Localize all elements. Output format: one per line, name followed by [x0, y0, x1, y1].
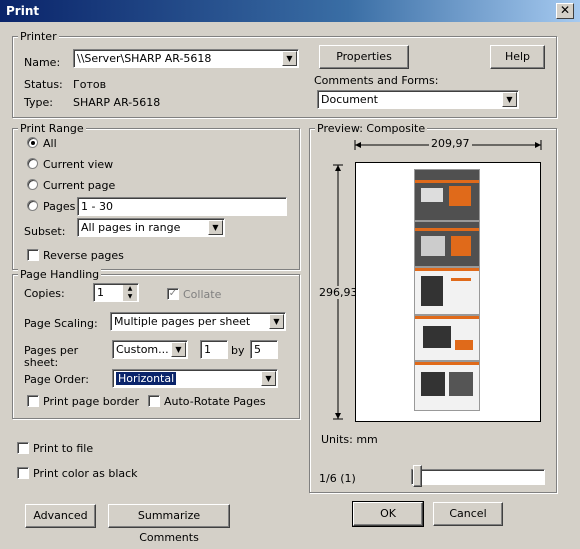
chevron-down-icon[interactable]: ▼ [208, 220, 223, 235]
radio-current-page-label: Current page [43, 179, 116, 192]
chevron-down-icon[interactable]: ▼ [261, 371, 276, 386]
print-to-file-checkbox[interactable] [17, 442, 29, 454]
status-value: Готов [73, 78, 107, 91]
page-scaling-select[interactable]: Multiple pages per sheet ▼ [110, 312, 286, 331]
page-order-select[interactable]: Horizontal ▼ [112, 369, 278, 388]
reverse-pages-label: Reverse pages [43, 249, 124, 262]
radio-current-view-label: Current view [43, 158, 114, 171]
comments-value: Document [321, 93, 378, 106]
properties-button[interactable]: Properties [319, 45, 409, 69]
by-label: by [231, 344, 245, 357]
copies-input[interactable]: 1 ▲ ▼ [93, 283, 139, 302]
page-handling-legend: Page Handling [18, 268, 102, 281]
pages-per-sheet-value: Custom... [116, 343, 169, 356]
pages-per-sheet-label-2: sheet: [24, 356, 59, 369]
status-label: Status: [24, 78, 63, 91]
preview-page [355, 162, 541, 422]
print-range-legend: Print Range [18, 122, 86, 135]
radio-current-view[interactable] [27, 158, 38, 169]
radio-current-page[interactable] [27, 179, 38, 190]
copies-label: Copies: [24, 287, 65, 300]
summarize-comments-button[interactable]: Summarize Comments [108, 504, 230, 544]
subset-select[interactable]: All pages in range ▼ [77, 218, 225, 237]
print-page-border-label: Print page border [43, 395, 140, 408]
radio-pages-label: Pages [43, 200, 76, 213]
rows-input[interactable]: 5 [250, 340, 278, 359]
printer-name-value: \\Server\SHARP AR-5618 [77, 52, 212, 65]
cancel-button[interactable]: Cancel [433, 502, 503, 526]
type-value: SHARP AR-5618 [73, 96, 161, 109]
page-order-value: Horizontal [116, 372, 177, 385]
page-scaling-label: Page Scaling: [24, 317, 98, 330]
chevron-down-icon[interactable]: ▼ [502, 92, 517, 107]
preview-thumbnail [414, 361, 480, 411]
spin-up-icon[interactable]: ▲ [123, 285, 137, 293]
preview-thumbnail [414, 315, 480, 361]
chevron-down-icon[interactable]: ▼ [171, 342, 186, 357]
help-button[interactable]: Help [490, 45, 545, 69]
reverse-pages-checkbox[interactable] [27, 249, 39, 261]
radio-all-label: All [43, 137, 57, 150]
window-title: Print [6, 4, 40, 18]
collate-label: Collate [183, 288, 222, 301]
print-page-border-checkbox[interactable] [27, 395, 39, 407]
width-value: 209,97 [429, 137, 472, 150]
spin-down-icon[interactable]: ▼ [123, 293, 137, 301]
preview-legend: Preview: Composite [315, 122, 428, 135]
type-label: Type: [24, 96, 53, 109]
pages-input[interactable]: 1 - 30 [77, 197, 287, 216]
cols-input[interactable]: 1 [200, 340, 228, 359]
subset-value: All pages in range [81, 221, 181, 234]
title-bar [0, 0, 580, 22]
copies-value: 1 [97, 286, 104, 299]
printer-name-select[interactable]: \\Server\SHARP AR-5618 ▼ [73, 49, 299, 68]
preview-thumbnail [414, 221, 480, 267]
units-label: Units: mm [321, 433, 378, 446]
subset-label: Subset: [24, 225, 66, 238]
preview-thumbnail [414, 267, 480, 315]
advanced-button[interactable]: Advanced [25, 504, 96, 528]
auto-rotate-label: Auto-Rotate Pages [164, 395, 266, 408]
ok-button[interactable]: OK [352, 501, 424, 527]
height-value: 296,93 [319, 286, 358, 299]
page-slider-thumb[interactable] [413, 465, 422, 487]
page-slider-track[interactable] [411, 469, 545, 485]
close-button[interactable]: ✕ [556, 3, 574, 19]
page-order-label: Page Order: [24, 373, 89, 386]
pages-per-sheet-select[interactable]: Custom... ▼ [112, 340, 188, 359]
print-to-file-label: Print to file [33, 442, 94, 455]
comments-label: Comments and Forms: [314, 74, 439, 87]
page-indicator: 1/6 (1) [319, 472, 356, 485]
chevron-down-icon[interactable]: ▼ [269, 314, 284, 329]
print-color-black-checkbox[interactable] [17, 467, 29, 479]
radio-pages[interactable] [27, 200, 38, 211]
preview-thumbnail [414, 169, 480, 221]
collate-checkbox[interactable]: ✓ [167, 288, 179, 300]
chevron-down-icon[interactable]: ▼ [282, 51, 297, 66]
print-color-black-label: Print color as black [33, 467, 138, 480]
auto-rotate-checkbox[interactable] [148, 395, 160, 407]
comments-select[interactable]: Document ▼ [317, 90, 519, 109]
printer-legend: Printer [18, 30, 59, 43]
page-scaling-value: Multiple pages per sheet [114, 315, 251, 328]
printer-name-label: Name: [24, 56, 61, 69]
radio-all[interactable] [27, 137, 38, 148]
